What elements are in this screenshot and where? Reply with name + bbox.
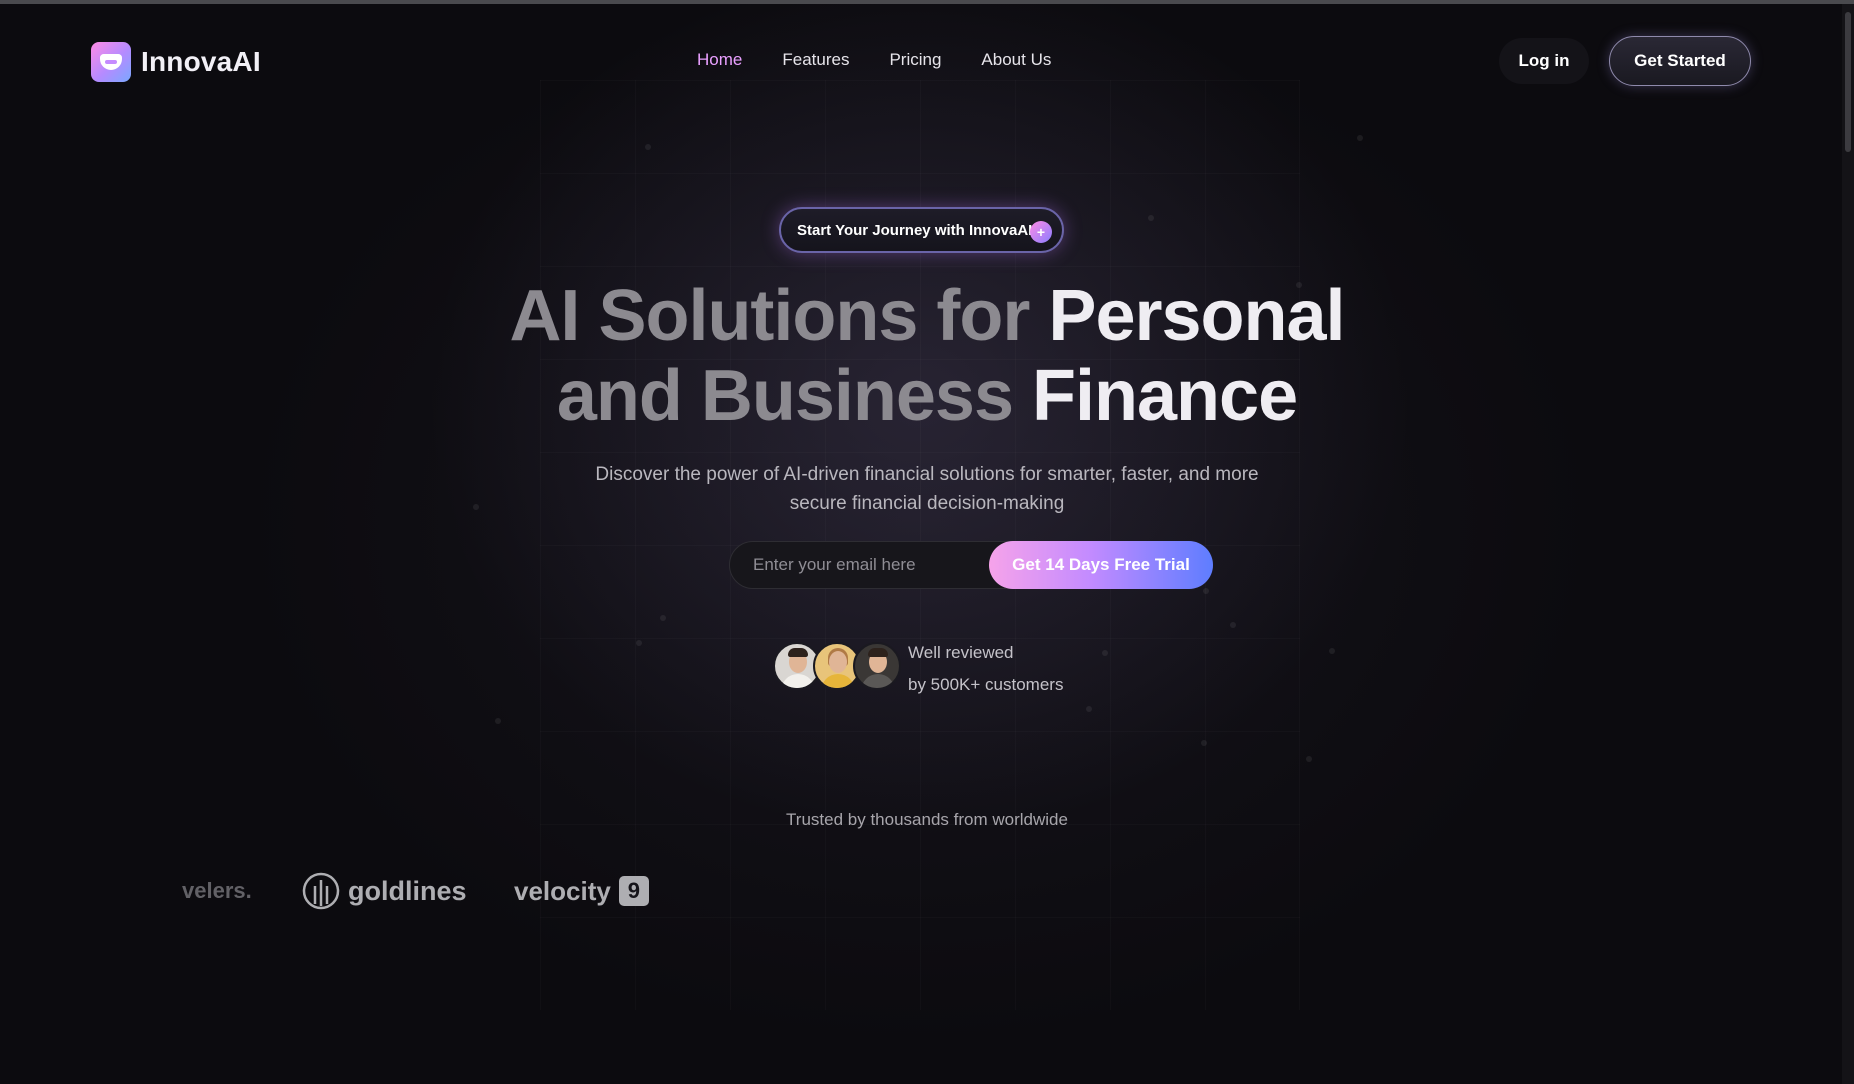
journey-badge[interactable]: Start Your Journey with InnovaAI + bbox=[779, 207, 1064, 253]
brand-name: InnovaAI bbox=[141, 46, 261, 77]
get-started-button[interactable]: Get Started bbox=[1609, 36, 1751, 86]
plus-icon: + bbox=[1030, 221, 1052, 243]
brand-logo-text: velers. bbox=[182, 878, 252, 903]
headline-part-3: and Business bbox=[556, 356, 1014, 436]
nav-item-features[interactable]: Features bbox=[782, 50, 849, 70]
scrollbar[interactable] bbox=[1842, 4, 1854, 1084]
brand-logo-text: goldlines bbox=[348, 875, 467, 906]
nav-item-about-us[interactable]: About Us bbox=[981, 50, 1051, 70]
headline-part-2: Personal bbox=[1048, 276, 1345, 356]
review-text: Well reviewed by 500K+ customers bbox=[908, 637, 1063, 701]
brand-logo-velocity: velocity 9 bbox=[514, 866, 649, 916]
headline-part-1: AI Solutions for bbox=[509, 276, 1030, 356]
login-button[interactable]: Log in bbox=[1499, 38, 1589, 84]
brand-logos-strip: velers. goldlines velocity 9 bbox=[0, 866, 1854, 916]
brand-logo-goldlines: goldlines bbox=[302, 866, 467, 916]
avatar bbox=[853, 642, 901, 690]
hero-headline: AI Solutions for Personal and Business F… bbox=[427, 276, 1427, 436]
brand-logo-text: velocity bbox=[514, 875, 611, 906]
goldlines-icon bbox=[302, 872, 340, 910]
brand-logo[interactable]: InnovaAI bbox=[91, 42, 261, 82]
window-top-border bbox=[0, 0, 1854, 4]
trusted-by-label: Trusted by thousands from worldwide bbox=[786, 810, 1068, 829]
brand-logo-travelers: velers. bbox=[182, 866, 252, 916]
headline-part-4: Finance bbox=[1032, 356, 1298, 436]
brand-logo-badge: 9 bbox=[618, 876, 649, 906]
landing-page: InnovaAI Home Features Pricing About Us … bbox=[0, 0, 1854, 1084]
review-line-2: by 500K+ customers bbox=[908, 675, 1064, 694]
logo-icon bbox=[91, 42, 131, 82]
hero-subtitle: Discover the power of AI-driven financia… bbox=[595, 464, 1259, 514]
nav-item-pricing[interactable]: Pricing bbox=[889, 50, 941, 70]
free-trial-button[interactable]: Get 14 Days Free Trial bbox=[989, 541, 1213, 589]
email-input[interactable] bbox=[730, 542, 990, 588]
scrollbar-thumb[interactable] bbox=[1845, 12, 1851, 152]
journey-badge-label: Start Your Journey with InnovaAI bbox=[797, 221, 1033, 239]
review-line-1: Well reviewed bbox=[908, 643, 1014, 662]
nav-item-home[interactable]: Home bbox=[697, 50, 742, 70]
main-nav: Home Features Pricing About Us bbox=[697, 50, 1051, 70]
customer-avatars bbox=[773, 642, 901, 690]
